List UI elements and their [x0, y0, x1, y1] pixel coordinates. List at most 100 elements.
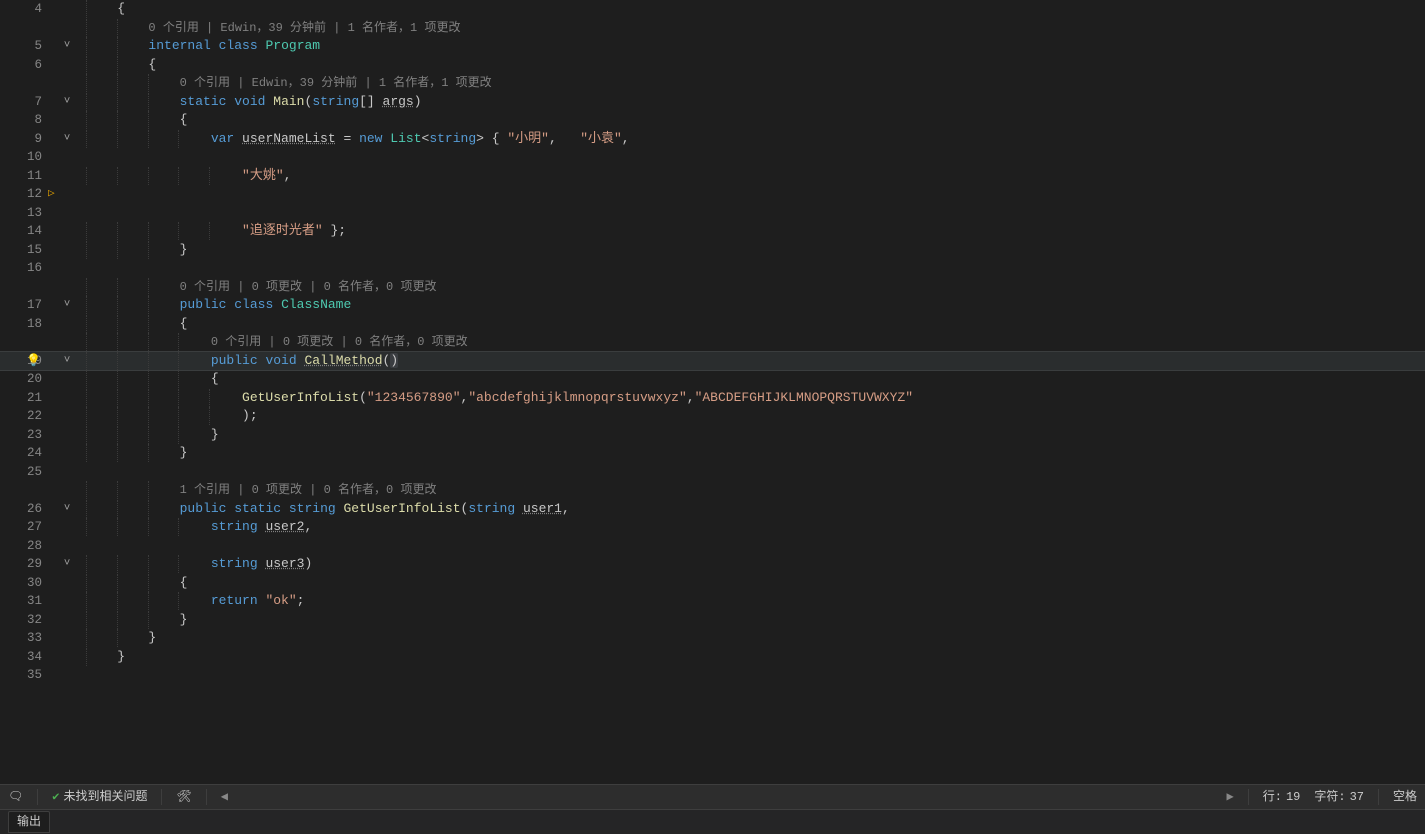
- issues-indicator[interactable]: ✔ 未找到相关问题: [52, 788, 147, 806]
- wrench-icon[interactable]: 🛠: [176, 788, 191, 806]
- line-number[interactable]: 17: [0, 296, 48, 314]
- code-line[interactable]: 14 "追逐时光者" };: [0, 222, 1425, 241]
- code-line-content[interactable]: );: [84, 407, 1425, 425]
- code-line[interactable]: 7˅ static void Main(string[] args): [0, 93, 1425, 112]
- code-line[interactable]: 13: [0, 204, 1425, 223]
- line-number[interactable]: 22: [0, 407, 48, 425]
- line-number[interactable]: 13: [0, 204, 48, 222]
- line-number[interactable]: 19💡: [0, 352, 48, 370]
- line-number[interactable]: 34: [0, 648, 48, 666]
- code-lens-row[interactable]: 0 个引用 | Edwin，39 分钟前 | 1 名作者，1 项更改: [0, 19, 1425, 38]
- code-line-content[interactable]: }: [84, 629, 1425, 647]
- code-line[interactable]: 29 ˅ string user3): [0, 555, 1425, 574]
- line-number[interactable]: 25: [0, 463, 48, 481]
- indent-mode[interactable]: 空格: [1393, 788, 1417, 806]
- code-line[interactable]: 34 }: [0, 648, 1425, 667]
- line-number[interactable]: 16: [0, 259, 48, 277]
- fold-toggle[interactable]: ˅: [58, 555, 76, 573]
- code-line[interactable]: 18 {: [0, 315, 1425, 334]
- line-number[interactable]: 30: [0, 574, 48, 592]
- code-line[interactable]: 22 );: [0, 407, 1425, 426]
- line-number[interactable]: 27: [0, 518, 48, 536]
- code-line[interactable]: 9˅ var userNameList = new List<string> {…: [0, 130, 1425, 149]
- line-number[interactable]: 15: [0, 241, 48, 259]
- code-line-content[interactable]: {: [84, 56, 1425, 74]
- fold-toggle[interactable]: ˅: [58, 37, 76, 55]
- code-line-content[interactable]: string user3): [84, 555, 1425, 573]
- feedback-icon[interactable]: 🗨: [8, 788, 23, 806]
- code-line-content[interactable]: public static string GetUserInfoList(str…: [84, 500, 1425, 518]
- code-line[interactable]: 15 }: [0, 241, 1425, 260]
- line-number[interactable]: 6: [0, 56, 48, 74]
- code-line[interactable]: 6 {: [0, 56, 1425, 75]
- fold-toggle[interactable]: ˅: [58, 296, 76, 314]
- code-line-content[interactable]: }: [84, 426, 1425, 444]
- lightbulb-icon[interactable]: 💡: [26, 352, 41, 370]
- line-number[interactable]: 8: [0, 111, 48, 129]
- code-lens-row[interactable]: 1 个引用 | 0 项更改 | 0 名作者，0 项更改: [0, 481, 1425, 500]
- line-number[interactable]: 9: [0, 130, 48, 148]
- line-number[interactable]: 32: [0, 611, 48, 629]
- line-number[interactable]: 21: [0, 389, 48, 407]
- code-line-content[interactable]: return "ok";: [84, 592, 1425, 610]
- code-line[interactable]: 26 ˅ public static string GetUserInfoList…: [0, 500, 1425, 519]
- code-line-content[interactable]: {: [84, 111, 1425, 129]
- code-line-content[interactable]: "大姚",: [84, 167, 1425, 185]
- code-line-content[interactable]: }: [84, 648, 1425, 666]
- code-line-content[interactable]: {: [84, 574, 1425, 592]
- line-number[interactable]: 31: [0, 592, 48, 610]
- nav-forward-icon[interactable]: ▶: [1227, 788, 1234, 806]
- code-line-content[interactable]: {: [84, 370, 1425, 388]
- output-tab[interactable]: 输出: [8, 811, 50, 833]
- code-line[interactable]: 5 ˅ internal class Program: [0, 37, 1425, 56]
- line-number[interactable]: 4: [0, 0, 48, 18]
- line-number[interactable]: 5: [0, 37, 48, 55]
- code-lens-text[interactable]: 0 个引用 | Edwin，39 分钟前 | 1 名作者，1 项更改: [84, 74, 1425, 92]
- caret-line[interactable]: 行: 19: [1263, 788, 1301, 806]
- line-number[interactable]: 26: [0, 500, 48, 518]
- line-number[interactable]: 7: [0, 93, 48, 111]
- line-number[interactable]: 11: [0, 167, 48, 185]
- code-line[interactable]: 17˅ public class ClassName: [0, 296, 1425, 315]
- code-line[interactable]: 28: [0, 537, 1425, 556]
- code-line[interactable]: 16: [0, 259, 1425, 278]
- line-number[interactable]: 18: [0, 315, 48, 333]
- code-lens-text[interactable]: 0 个引用 | Edwin，39 分钟前 | 1 名作者，1 项更改: [84, 19, 1425, 37]
- line-number[interactable]: 23: [0, 426, 48, 444]
- code-line[interactable]: 33 }: [0, 629, 1425, 648]
- code-line[interactable]: 11 "大姚",: [0, 167, 1425, 186]
- code-line-content[interactable]: {: [84, 315, 1425, 333]
- line-number[interactable]: 33: [0, 629, 48, 647]
- line-number[interactable]: 10: [0, 148, 48, 166]
- code-line[interactable]: 19💡 ˅ public void CallMethod(): [0, 352, 1425, 371]
- code-line[interactable]: 21 GetUserInfoList("1234567890","abcdefg…: [0, 389, 1425, 408]
- line-number[interactable]: 28: [0, 537, 48, 555]
- fold-toggle[interactable]: ˅: [58, 352, 76, 370]
- code-line-content[interactable]: public void CallMethod(): [84, 352, 1425, 370]
- line-number[interactable]: 14: [0, 222, 48, 240]
- line-number[interactable]: 29: [0, 555, 48, 573]
- code-lens-text[interactable]: 0 个引用 | 0 项更改 | 0 名作者，0 项更改: [84, 333, 1425, 351]
- code-lens-text[interactable]: 1 个引用 | 0 项更改 | 0 名作者，0 项更改: [84, 481, 1425, 499]
- code-line-content[interactable]: "追逐时光者" };: [84, 222, 1425, 240]
- line-number[interactable]: 12: [0, 185, 48, 203]
- fold-toggle[interactable]: ˅: [58, 130, 76, 148]
- line-number[interactable]: 20: [0, 370, 48, 388]
- code-line-content[interactable]: {: [84, 0, 1425, 18]
- line-number[interactable]: 24: [0, 444, 48, 462]
- code-line[interactable]: 31 return "ok";: [0, 592, 1425, 611]
- code-line[interactable]: 24 }: [0, 444, 1425, 463]
- breakpoint-indicator-icon[interactable]: ▷: [48, 185, 55, 203]
- fold-toggle[interactable]: ˅: [58, 500, 76, 518]
- code-line-content[interactable]: internal class Program: [84, 37, 1425, 55]
- code-line-content[interactable]: }: [84, 611, 1425, 629]
- code-line-content[interactable]: GetUserInfoList("1234567890","abcdefghij…: [84, 389, 1425, 407]
- line-number[interactable]: 35: [0, 666, 48, 684]
- code-line-content[interactable]: string user2,: [84, 518, 1425, 536]
- code-line[interactable]: 10: [0, 148, 1425, 167]
- code-line[interactable]: 4 {: [0, 0, 1425, 19]
- code-line[interactable]: 23 }: [0, 426, 1425, 445]
- code-lens-row[interactable]: 0 个引用 | Edwin，39 分钟前 | 1 名作者，1 项更改: [0, 74, 1425, 93]
- code-line-content[interactable]: }: [84, 241, 1425, 259]
- code-lens-row[interactable]: 0 个引用 | 0 项更改 | 0 名作者，0 项更改: [0, 333, 1425, 352]
